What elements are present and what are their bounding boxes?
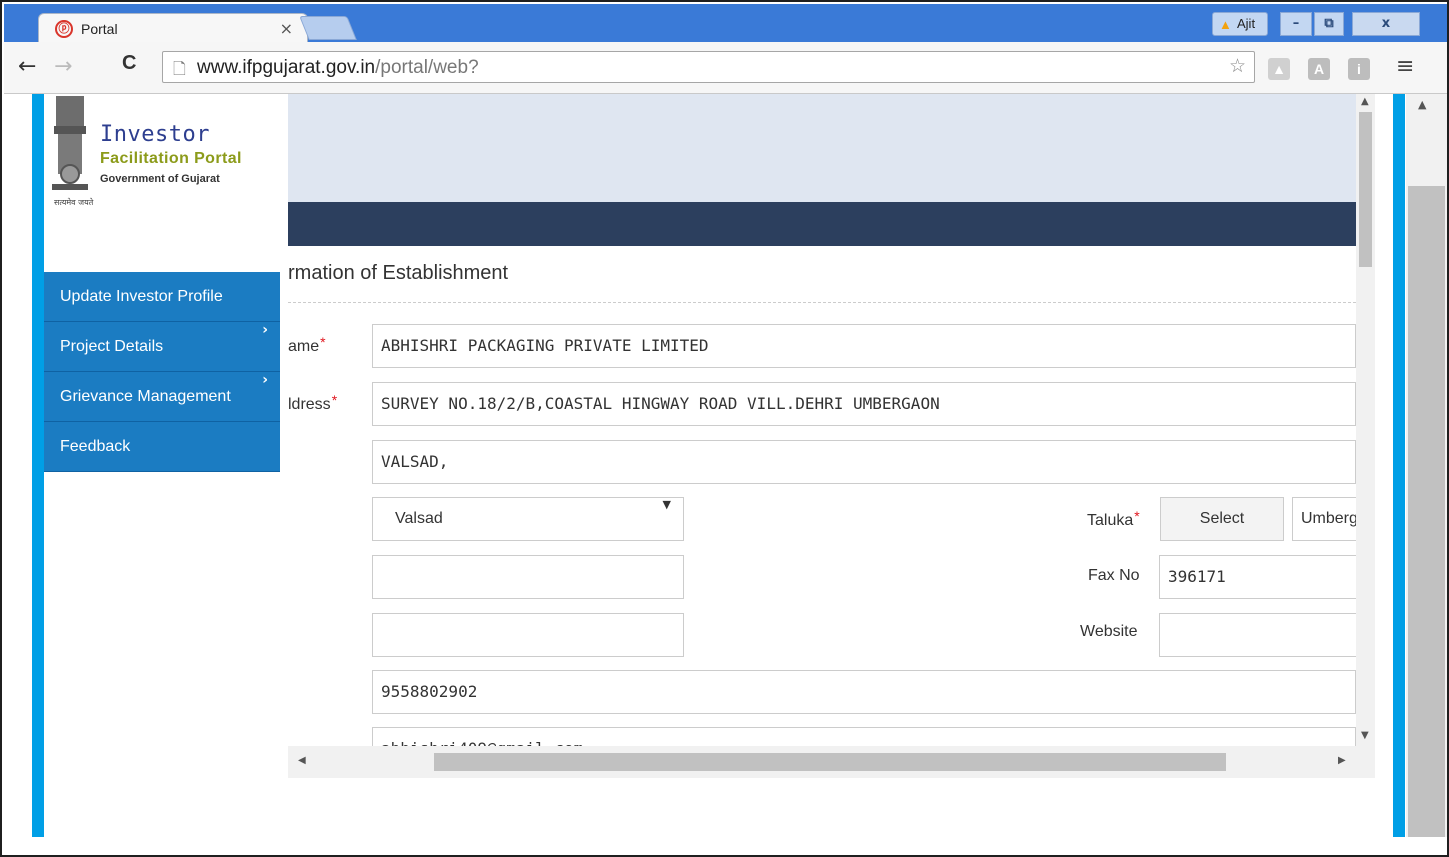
new-tab-button[interactable] (299, 16, 357, 40)
page-viewport: Investor Facilitation Portal Government … (4, 94, 1447, 837)
warning-icon: ▲ (1219, 17, 1232, 32)
establishment-name-field[interactable]: ABHISHRI PACKAGING PRIVATE LIMITED (372, 324, 1356, 368)
sidebar-menu: Update Investor Profile Project Details … (44, 272, 280, 472)
fax-field[interactable]: 396171 (1159, 555, 1375, 599)
forward-button[interactable]: → (54, 54, 72, 79)
url-path: /portal/web? (375, 57, 479, 78)
title-bar: ⓟ Portal × ▲ Ajit – ⧉ x (4, 4, 1447, 44)
logo-line-investor: Investor (100, 122, 210, 147)
sidebar-item-update-investor-profile[interactable]: Update Investor Profile (44, 272, 280, 322)
reload-button[interactable]: C (122, 52, 136, 75)
bookmark-star-icon[interactable]: ☆ (1229, 55, 1246, 77)
district-select-value: Valsad (395, 510, 443, 527)
scroll-up-icon[interactable]: ▲ (1361, 96, 1369, 107)
scroll-right-icon[interactable]: ▶ (1338, 755, 1346, 766)
inner-horizontal-scroll-thumb[interactable] (434, 753, 1226, 771)
fax-label: Fax No (1088, 567, 1140, 584)
sidebar-item-label: Project Details (60, 338, 164, 355)
required-mark: * (320, 334, 326, 350)
portal-logo[interactable]: Investor Facilitation Portal Government … (48, 94, 288, 207)
name-label: ame* (288, 334, 326, 355)
website-label: Website (1080, 623, 1138, 640)
profile-name: Ajit (1237, 16, 1256, 31)
profile-badge[interactable]: ▲ Ajit (1212, 12, 1268, 36)
sidebar-item-feedback[interactable]: Feedback (44, 422, 280, 472)
pincode-field[interactable] (372, 555, 684, 599)
browser-toolbar: ← → C 🗋 www.ifpgujarat.gov.in/portal/web… (4, 42, 1447, 94)
browser-tab[interactable]: ⓟ Portal × (38, 13, 308, 44)
address-line2-field[interactable]: VALSAD, (372, 440, 1356, 484)
embedded-form-frame: rmation of Establishment ame* ABHISHRI P… (288, 94, 1375, 778)
district-select[interactable]: Valsad ▼ (372, 497, 684, 541)
inner-horizontal-scrollbar[interactable]: ◀ ▶ (288, 746, 1375, 778)
sidebar-item-project-details[interactable]: Project Details › (44, 322, 280, 372)
header-banner (288, 94, 1356, 202)
left-accent-stripe (32, 94, 44, 837)
dropdown-arrow-icon: ▼ (662, 498, 671, 511)
taluka-select-button[interactable]: Select (1160, 497, 1284, 541)
portal-favicon-icon: ⓟ (55, 20, 73, 38)
minimize-button[interactable]: – (1280, 12, 1312, 36)
scroll-up-icon[interactable]: ▲ (1418, 98, 1426, 111)
drive-extension-icon[interactable]: ▲ (1268, 58, 1290, 80)
close-window-button[interactable]: x (1352, 12, 1420, 36)
inner-vertical-scroll-thumb[interactable] (1359, 112, 1372, 267)
url-text: www.ifpgujarat.gov.in/portal/web? (197, 57, 479, 79)
taluka-label: Taluka* (1087, 508, 1140, 529)
chrome-menu-icon[interactable]: ≡ (1396, 54, 1414, 79)
sidebar-item-grievance-management[interactable]: Grievance Management › (44, 372, 280, 422)
mobile-field[interactable]: 9558802902 (372, 670, 1356, 714)
chevron-right-icon: › (262, 372, 268, 388)
scroll-down-icon[interactable]: ▼ (1361, 730, 1369, 741)
page-scroll-thumb[interactable] (1408, 186, 1445, 837)
chevron-right-icon: › (262, 322, 268, 338)
page-vertical-scrollbar[interactable]: ▲ (1406, 94, 1447, 837)
inner-vertical-scrollbar[interactable]: ▲ ▼ (1356, 94, 1375, 746)
ashoka-emblem-icon (52, 96, 88, 190)
website-field[interactable] (1159, 613, 1375, 657)
logo-motto: सत्यमेव जयते (54, 198, 94, 207)
address-line1-field[interactable]: SURVEY NO.18/2/B,COASTAL HINGWAY ROAD VI… (372, 382, 1356, 426)
sidebar-item-label: Feedback (60, 438, 131, 455)
sidebar-item-label: Update Investor Profile (60, 288, 223, 305)
section-title: rmation of Establishment (288, 262, 509, 284)
browser-window: ⓟ Portal × ▲ Ajit – ⧉ x ← → C 🗋 www.ifpg… (0, 0, 1449, 857)
maximize-button[interactable]: ⧉ (1314, 12, 1344, 36)
phone-field[interactable] (372, 613, 684, 657)
logo-line-government: Government of Gujarat (100, 173, 220, 185)
address-bar[interactable]: 🗋 www.ifpgujarat.gov.in/portal/web? ☆ (162, 51, 1255, 83)
required-mark: * (331, 392, 338, 408)
header-nav-bar (288, 202, 1356, 246)
section-divider (288, 302, 1356, 303)
url-domain: www.ifpgujarat.gov.in (197, 57, 376, 78)
right-accent-stripe (1393, 94, 1405, 837)
back-button[interactable]: ← (18, 54, 36, 79)
extension-info-icon[interactable]: i (1348, 58, 1370, 80)
tab-close-icon[interactable]: × (280, 19, 293, 38)
required-mark: * (1134, 508, 1140, 524)
extension-a-icon[interactable]: A (1308, 58, 1330, 80)
address-label: ldress* (288, 392, 338, 413)
tab-title: Portal (81, 21, 118, 37)
page-icon: 🗋 (173, 59, 186, 78)
sidebar-item-label: Grievance Management (60, 388, 231, 405)
scroll-left-icon[interactable]: ◀ (298, 755, 306, 766)
logo-line-facilitation: Facilitation Portal (100, 150, 242, 167)
